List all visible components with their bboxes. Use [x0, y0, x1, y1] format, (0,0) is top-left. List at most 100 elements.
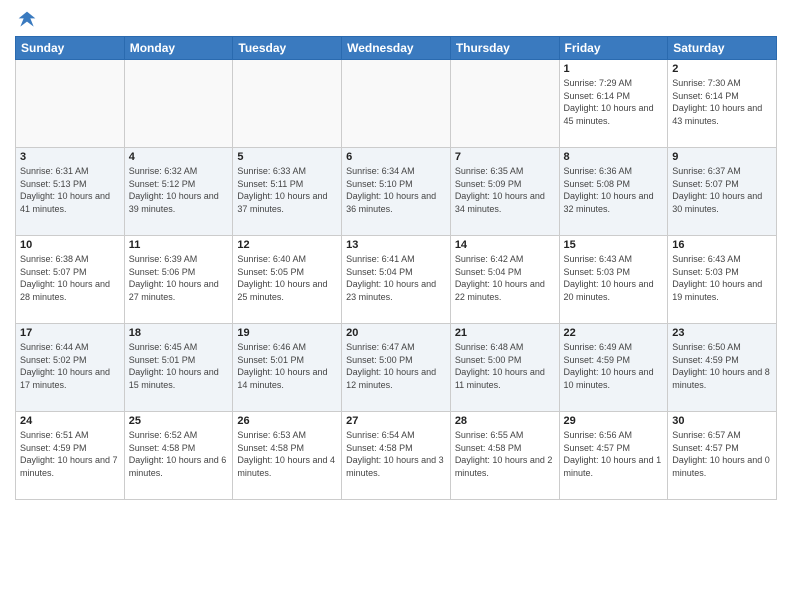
day-number: 20: [346, 327, 446, 339]
header: [15, 10, 777, 30]
day-cell: 13 Sunrise: 6:41 AM Sunset: 5:04 PM Dayli…: [342, 236, 451, 324]
day-cell: 5 Sunrise: 6:33 AM Sunset: 5:11 PM Daylig…: [233, 148, 342, 236]
day-info: Sunrise: 6:45 AM Sunset: 5:01 PM Dayligh…: [129, 341, 229, 391]
weekday-header-friday: Friday: [559, 37, 668, 60]
day-number: 29: [564, 415, 664, 427]
day-number: 16: [672, 239, 772, 251]
logo-bird-icon: [17, 10, 37, 30]
day-info: Sunrise: 6:37 AM Sunset: 5:07 PM Dayligh…: [672, 165, 772, 215]
day-number: 9: [672, 151, 772, 163]
day-info: Sunrise: 6:42 AM Sunset: 5:04 PM Dayligh…: [455, 253, 555, 303]
day-cell: 16 Sunrise: 6:43 AM Sunset: 5:03 PM Dayli…: [668, 236, 777, 324]
day-cell: 30 Sunrise: 6:57 AM Sunset: 4:57 PM Dayli…: [668, 412, 777, 500]
day-cell: [16, 60, 125, 148]
day-number: 17: [20, 327, 120, 339]
day-cell: 24 Sunrise: 6:51 AM Sunset: 4:59 PM Dayli…: [16, 412, 125, 500]
weekday-header-monday: Monday: [124, 37, 233, 60]
day-number: 26: [237, 415, 337, 427]
day-cell: 11 Sunrise: 6:39 AM Sunset: 5:06 PM Dayli…: [124, 236, 233, 324]
weekday-header-saturday: Saturday: [668, 37, 777, 60]
day-info: Sunrise: 6:40 AM Sunset: 5:05 PM Dayligh…: [237, 253, 337, 303]
day-cell: 8 Sunrise: 6:36 AM Sunset: 5:08 PM Daylig…: [559, 148, 668, 236]
day-number: 3: [20, 151, 120, 163]
day-info: Sunrise: 7:29 AM Sunset: 6:14 PM Dayligh…: [564, 77, 664, 127]
week-row-3: 17 Sunrise: 6:44 AM Sunset: 5:02 PM Dayli…: [16, 324, 777, 412]
day-number: 13: [346, 239, 446, 251]
day-number: 21: [455, 327, 555, 339]
day-cell: 17 Sunrise: 6:44 AM Sunset: 5:02 PM Dayli…: [16, 324, 125, 412]
calendar: SundayMondayTuesdayWednesdayThursdayFrid…: [15, 36, 777, 500]
day-cell: 14Sunrise: 6:42 AM Sunset: 5:04 PM Dayli…: [450, 236, 559, 324]
weekday-header-row: SundayMondayTuesdayWednesdayThursdayFrid…: [16, 37, 777, 60]
day-cell: 25 Sunrise: 6:52 AM Sunset: 4:58 PM Dayli…: [124, 412, 233, 500]
day-info: Sunrise: 6:56 AM Sunset: 4:57 PM Dayligh…: [564, 429, 664, 479]
day-number: 10: [20, 239, 120, 251]
day-info: Sunrise: 6:41 AM Sunset: 5:04 PM Dayligh…: [346, 253, 446, 303]
day-cell: 7 Sunrise: 6:35 AM Sunset: 5:09 PM Daylig…: [450, 148, 559, 236]
day-number: 18: [129, 327, 229, 339]
day-cell: 10Sunrise: 6:38 AM Sunset: 5:07 PM Dayli…: [16, 236, 125, 324]
day-info: Sunrise: 7:30 AM Sunset: 6:14 PM Dayligh…: [672, 77, 772, 127]
day-cell: 15 Sunrise: 6:43 AM Sunset: 5:03 PM Dayli…: [559, 236, 668, 324]
day-number: 22: [564, 327, 664, 339]
day-cell: 12 Sunrise: 6:40 AM Sunset: 5:05 PM Dayli…: [233, 236, 342, 324]
day-info: Sunrise: 6:43 AM Sunset: 5:03 PM Dayligh…: [564, 253, 664, 303]
day-cell: 29 Sunrise: 6:56 AM Sunset: 4:57 PM Dayli…: [559, 412, 668, 500]
day-info: Sunrise: 6:43 AM Sunset: 5:03 PM Dayligh…: [672, 253, 772, 303]
day-number: 19: [237, 327, 337, 339]
day-info: Sunrise: 6:36 AM Sunset: 5:08 PM Dayligh…: [564, 165, 664, 215]
day-number: 23: [672, 327, 772, 339]
day-cell: 4Sunrise: 6:32 AM Sunset: 5:12 PM Daylig…: [124, 148, 233, 236]
day-cell: 9 Sunrise: 6:37 AM Sunset: 5:07 PM Daylig…: [668, 148, 777, 236]
day-number: 12: [237, 239, 337, 251]
day-info: Sunrise: 6:46 AM Sunset: 5:01 PM Dayligh…: [237, 341, 337, 391]
page: SundayMondayTuesdayWednesdayThursdayFrid…: [0, 0, 792, 612]
day-number: 6: [346, 151, 446, 163]
day-info: Sunrise: 6:35 AM Sunset: 5:09 PM Dayligh…: [455, 165, 555, 215]
day-number: 2: [672, 63, 772, 75]
weekday-header-thursday: Thursday: [450, 37, 559, 60]
day-cell: 23 Sunrise: 6:50 AM Sunset: 4:59 PM Dayli…: [668, 324, 777, 412]
day-info: Sunrise: 6:55 AM Sunset: 4:58 PM Dayligh…: [455, 429, 555, 479]
day-number: 30: [672, 415, 772, 427]
day-info: Sunrise: 6:33 AM Sunset: 5:11 PM Dayligh…: [237, 165, 337, 215]
week-row-1: 3 Sunrise: 6:31 AM Sunset: 5:13 PM Daylig…: [16, 148, 777, 236]
day-cell: 28 Sunrise: 6:55 AM Sunset: 4:58 PM Dayli…: [450, 412, 559, 500]
day-info: Sunrise: 6:39 AM Sunset: 5:06 PM Dayligh…: [129, 253, 229, 303]
day-number: 24: [20, 415, 120, 427]
logo: [15, 10, 37, 30]
day-number: 8: [564, 151, 664, 163]
day-info: Sunrise: 6:51 AM Sunset: 4:59 PM Dayligh…: [20, 429, 120, 479]
day-info: Sunrise: 6:52 AM Sunset: 4:58 PM Dayligh…: [129, 429, 229, 479]
day-info: Sunrise: 6:50 AM Sunset: 4:59 PM Dayligh…: [672, 341, 772, 391]
day-number: 25: [129, 415, 229, 427]
day-info: Sunrise: 6:31 AM Sunset: 5:13 PM Dayligh…: [20, 165, 120, 215]
day-cell: 1Sunrise: 7:29 AM Sunset: 6:14 PM Daylig…: [559, 60, 668, 148]
day-number: 11: [129, 239, 229, 251]
day-info: Sunrise: 6:44 AM Sunset: 5:02 PM Dayligh…: [20, 341, 120, 391]
day-number: 7: [455, 151, 555, 163]
day-cell: [124, 60, 233, 148]
day-number: 5: [237, 151, 337, 163]
day-cell: 18 Sunrise: 6:45 AM Sunset: 5:01 PM Dayli…: [124, 324, 233, 412]
day-cell: 27Sunrise: 6:54 AM Sunset: 4:58 PM Dayli…: [342, 412, 451, 500]
day-info: Sunrise: 6:57 AM Sunset: 4:57 PM Dayligh…: [672, 429, 772, 479]
day-number: 28: [455, 415, 555, 427]
weekday-header-sunday: Sunday: [16, 37, 125, 60]
day-cell: [450, 60, 559, 148]
day-number: 4: [129, 151, 229, 163]
weekday-header-tuesday: Tuesday: [233, 37, 342, 60]
day-info: Sunrise: 6:47 AM Sunset: 5:00 PM Dayligh…: [346, 341, 446, 391]
day-cell: 6 Sunrise: 6:34 AM Sunset: 5:10 PM Daylig…: [342, 148, 451, 236]
day-info: Sunrise: 6:48 AM Sunset: 5:00 PM Dayligh…: [455, 341, 555, 391]
week-row-2: 10Sunrise: 6:38 AM Sunset: 5:07 PM Dayli…: [16, 236, 777, 324]
day-info: Sunrise: 6:49 AM Sunset: 4:59 PM Dayligh…: [564, 341, 664, 391]
day-info: Sunrise: 6:34 AM Sunset: 5:10 PM Dayligh…: [346, 165, 446, 215]
week-row-4: 24 Sunrise: 6:51 AM Sunset: 4:59 PM Dayli…: [16, 412, 777, 500]
day-cell: 26Sunrise: 6:53 AM Sunset: 4:58 PM Dayli…: [233, 412, 342, 500]
day-cell: 22 Sunrise: 6:49 AM Sunset: 4:59 PM Dayli…: [559, 324, 668, 412]
day-number: 15: [564, 239, 664, 251]
day-cell: 19 Sunrise: 6:46 AM Sunset: 5:01 PM Dayli…: [233, 324, 342, 412]
day-cell: 3 Sunrise: 6:31 AM Sunset: 5:13 PM Daylig…: [16, 148, 125, 236]
weekday-header-wednesday: Wednesday: [342, 37, 451, 60]
